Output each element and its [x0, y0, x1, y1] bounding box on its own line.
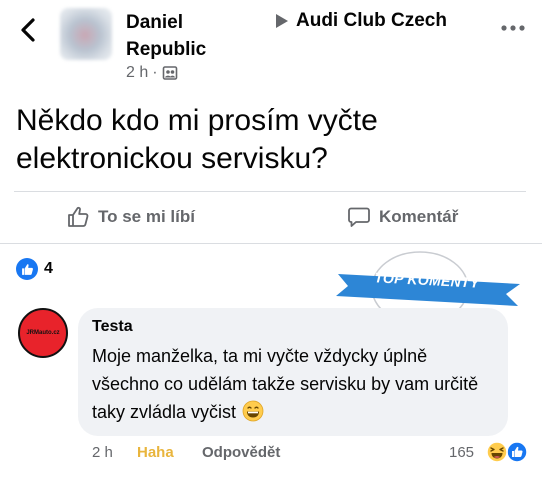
comment-time[interactable]: 2 h [92, 444, 113, 461]
post-time[interactable]: 2 h [126, 64, 148, 82]
back-arrow-icon[interactable] [14, 14, 42, 46]
thumbs-up-icon [68, 206, 89, 227]
comment-button[interactable]: Komentář [347, 205, 458, 229]
like-label: To se mi líbí [98, 207, 195, 226]
reaction-count: 4 [44, 260, 53, 277]
post-text: Někdo kdo mi prosím vyčte elektronickou … [16, 104, 378, 175]
grinning-emoji-icon [242, 400, 264, 422]
commenter-name[interactable]: Testa [92, 318, 133, 336]
post-meta: 2 h · [126, 64, 178, 82]
comment-icon [348, 207, 370, 227]
haha-reaction-icon [486, 441, 508, 463]
comment-label: Komentář [379, 207, 459, 226]
shared-to-arrow-icon [276, 14, 288, 28]
like-button[interactable]: To se mi líbí [66, 205, 195, 229]
like-reaction-icon [506, 441, 528, 463]
comment-reaction-icons[interactable] [485, 440, 529, 464]
more-options-icon[interactable] [497, 20, 529, 36]
group-members-icon [162, 66, 177, 80]
reply-button[interactable]: Odpovědět [202, 444, 280, 461]
commenter-avatar-logo: JRMauto.cz [26, 330, 60, 336]
author-avatar[interactable] [60, 8, 112, 60]
commenter-avatar[interactable]: JRMauto.cz [18, 308, 68, 358]
comment-text: Moje manželka, ta mi vyčte vždycky úplně… [92, 342, 497, 426]
haha-reaction-button[interactable]: Haha [137, 444, 174, 461]
reaction-summary[interactable]: 4 [16, 258, 53, 280]
meta-separator: · [152, 64, 158, 81]
comment-reaction-count[interactable]: 165 [449, 444, 474, 461]
post-author-name[interactable]: Daniel Republic [126, 9, 236, 63]
comment-body: Moje manželka, ta mi vyčte vždycky úplně… [92, 346, 479, 422]
divider [0, 243, 542, 244]
like-reaction-icon [16, 258, 38, 280]
divider [14, 191, 526, 192]
group-name[interactable]: Audi Club Czech [296, 9, 447, 33]
